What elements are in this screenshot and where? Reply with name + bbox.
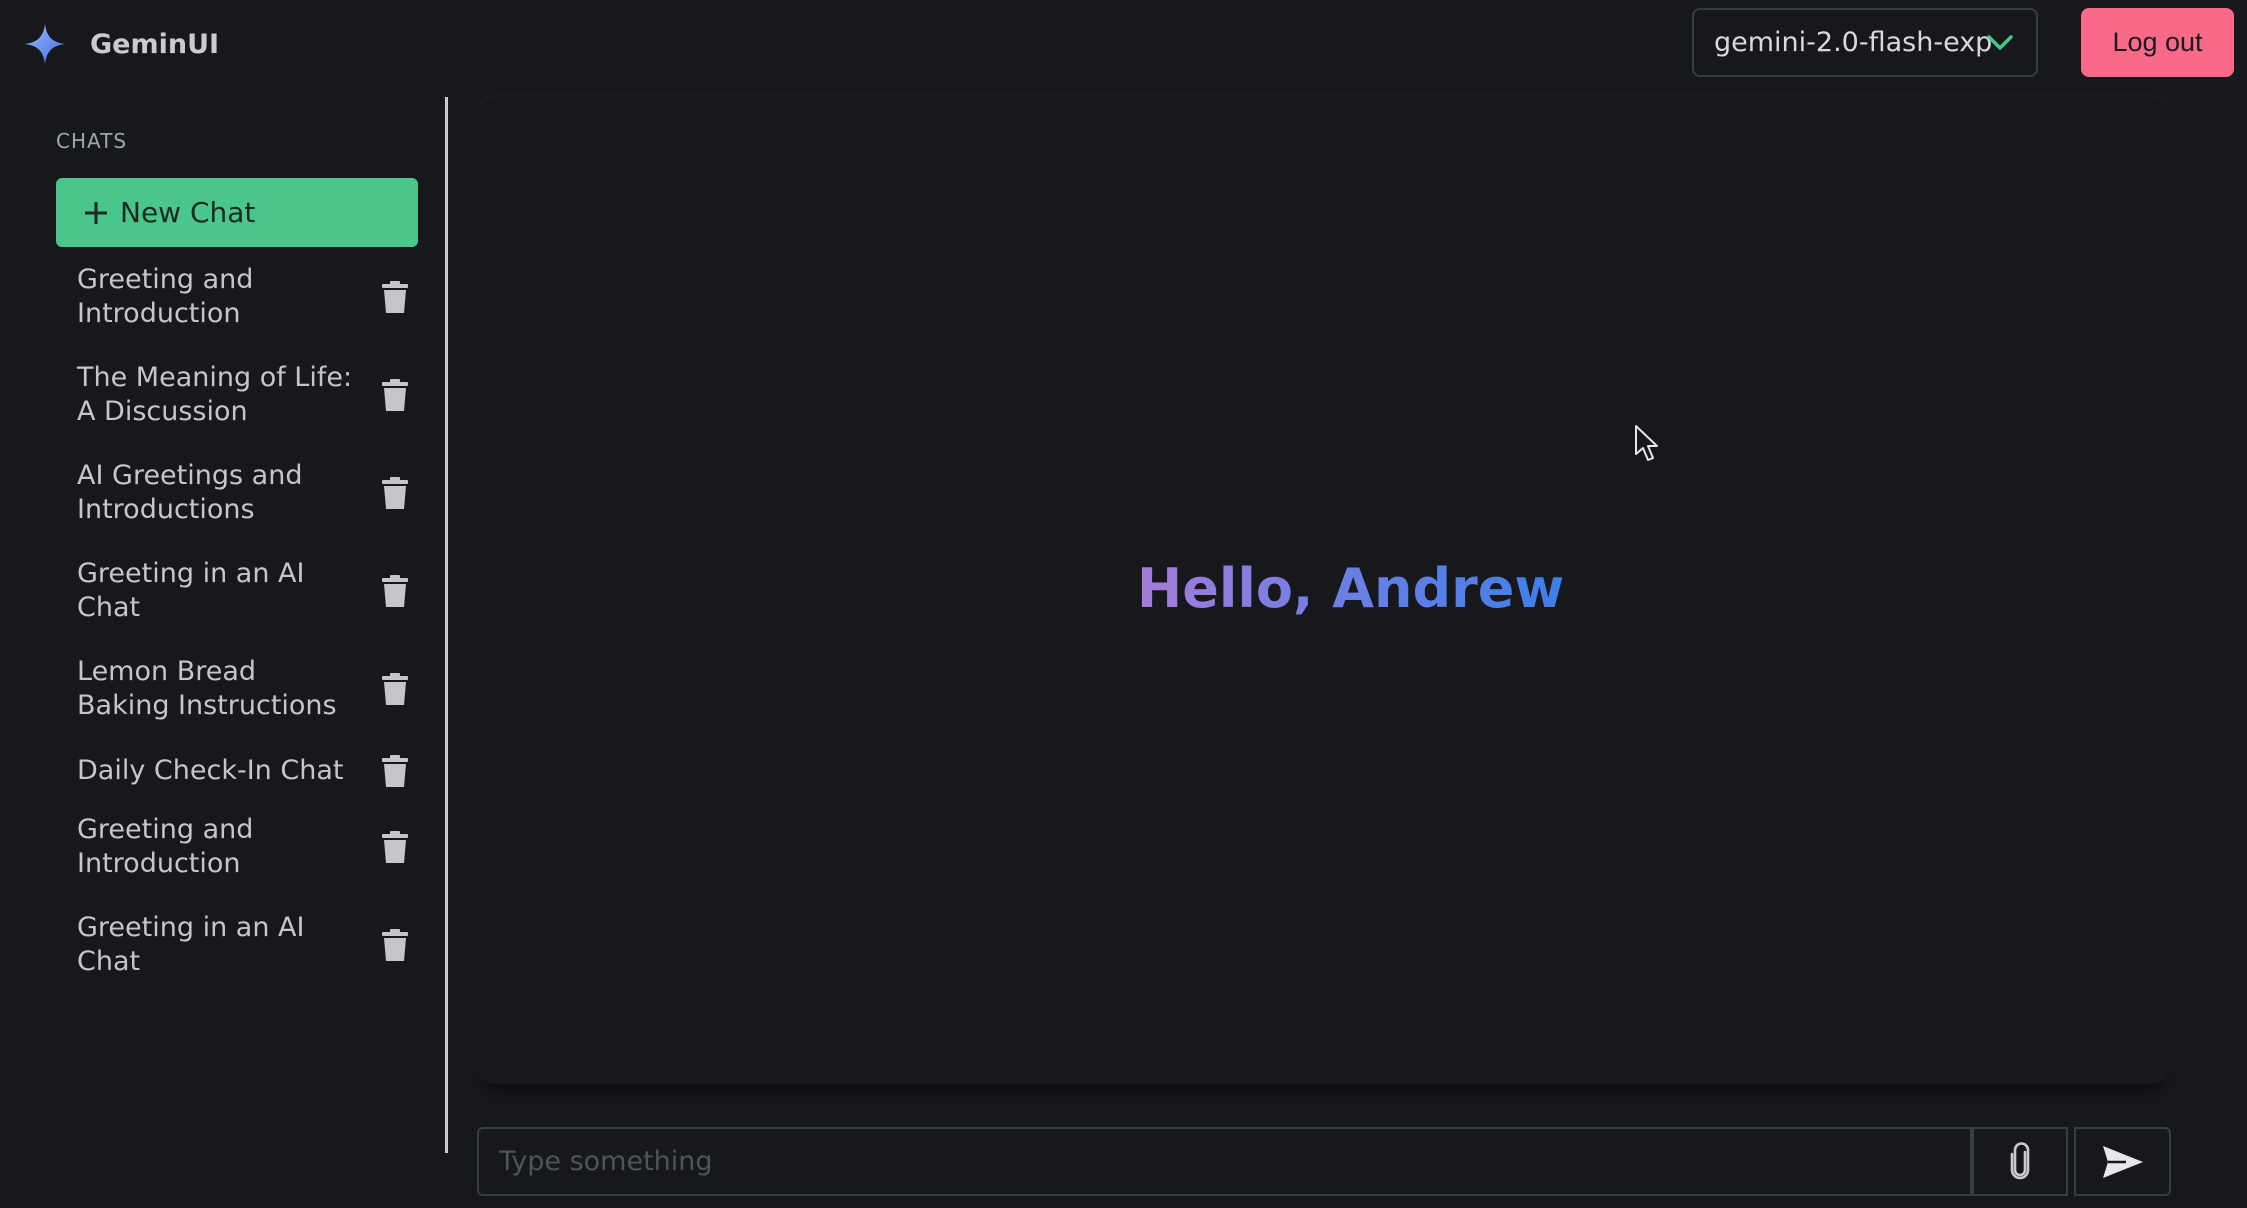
new-chat-label: New Chat bbox=[120, 196, 256, 229]
sparkle-icon bbox=[25, 24, 65, 64]
trash-icon[interactable] bbox=[382, 281, 408, 313]
chat-title[interactable]: AI Greetings and Introductions bbox=[77, 459, 357, 527]
model-select-value: gemini-2.0-flash-exp bbox=[1714, 27, 1993, 58]
chat-title[interactable]: The Meaning of Life: A Discussion bbox=[77, 361, 357, 429]
chat-list-item[interactable]: Greeting and Introduction bbox=[56, 811, 418, 893]
trash-icon[interactable] bbox=[382, 673, 408, 705]
chat-list-item[interactable]: Greeting and Introduction bbox=[56, 257, 418, 339]
chat-list-item[interactable]: Greeting in an AI Chat bbox=[56, 909, 418, 991]
sidebar: CHATS New Chat Greeting and Introduction… bbox=[0, 97, 447, 1153]
logout-button[interactable]: Log out bbox=[2081, 8, 2234, 77]
mouse-cursor-icon bbox=[1635, 425, 1658, 461]
sidebar-divider bbox=[445, 97, 448, 1153]
trash-icon[interactable] bbox=[382, 755, 408, 787]
app-name: GeminUI bbox=[90, 28, 220, 60]
chat-title[interactable]: Greeting and Introduction bbox=[77, 813, 357, 881]
trash-icon[interactable] bbox=[382, 929, 408, 961]
top-bar: GeminUI gemini-2.0-flash-exp Log out bbox=[0, 0, 2247, 88]
chat-list-item[interactable]: AI Greetings and Introductions bbox=[56, 453, 418, 535]
plus-icon bbox=[85, 201, 107, 224]
brand: GeminUI bbox=[24, 20, 219, 68]
chevron-down-icon bbox=[1987, 35, 2013, 50]
chat-title[interactable]: Lemon Bread Baking Instructions bbox=[77, 655, 357, 723]
trash-icon[interactable] bbox=[382, 379, 408, 411]
chat-list-item[interactable]: Lemon Bread Baking Instructions bbox=[56, 649, 418, 731]
chat-title[interactable]: Greeting in an AI Chat bbox=[77, 911, 357, 979]
chat-title[interactable]: Daily Check-In Chat bbox=[77, 754, 357, 788]
send-icon bbox=[2102, 1145, 2143, 1178]
paperclip-icon bbox=[2010, 1141, 2030, 1179]
attach-button[interactable] bbox=[1972, 1127, 2068, 1196]
chat-list-item[interactable]: Greeting in an AI Chat bbox=[56, 551, 418, 633]
new-chat-button[interactable]: New Chat bbox=[56, 178, 418, 247]
trash-icon[interactable] bbox=[382, 477, 408, 509]
chat-list-item[interactable]: The Meaning of Life: A Discussion bbox=[56, 355, 418, 437]
chat-list-item[interactable]: Daily Check-In Chat bbox=[56, 747, 418, 795]
chats-heading: CHATS bbox=[56, 129, 128, 153]
send-button[interactable] bbox=[2074, 1127, 2171, 1196]
trash-icon[interactable] bbox=[382, 831, 408, 863]
message-input-container bbox=[477, 1127, 1972, 1196]
greeting-heading: Hello, Andrew bbox=[1137, 557, 1565, 620]
chat-title[interactable]: Greeting and Introduction bbox=[77, 263, 357, 331]
trash-icon[interactable] bbox=[382, 575, 408, 607]
message-input[interactable] bbox=[497, 1129, 1970, 1194]
chat-title[interactable]: Greeting in an AI Chat bbox=[77, 557, 357, 625]
model-select[interactable]: gemini-2.0-flash-exp bbox=[1692, 8, 2038, 77]
